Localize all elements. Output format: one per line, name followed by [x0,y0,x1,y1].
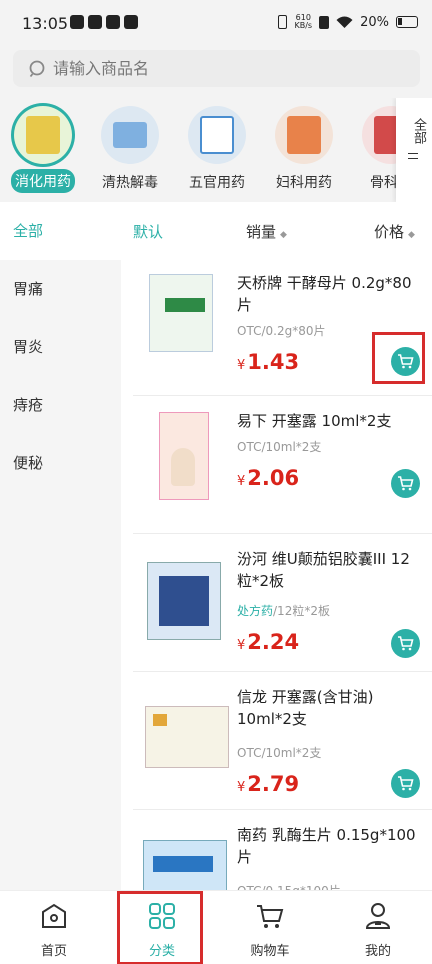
bottom-tab-bar: 首页 分类 购物车 我的 [0,890,432,964]
expand-icon [408,153,418,159]
sort-price[interactable]: 价格 ◆ [374,221,415,242]
highlight-box [117,891,203,964]
category-image [188,106,246,164]
cart-icon [257,905,284,928]
product-card[interactable]: 天桥牌 干酵母片 0.2g*80片 OTC/0.2g*80片 ¥1.43 [133,258,432,396]
sort-sales[interactable]: 销量 ◆ [246,221,287,242]
product-spec: OTC/10ml*2支 [237,746,322,760]
product-spec: 处方药/12粒*2板 [237,604,330,618]
profile-icon [365,903,391,929]
home-icon [42,903,66,928]
tab-home[interactable]: 首页 [0,891,108,959]
tab-label: 我的 [364,944,391,959]
product-price: ¥2.24 [237,630,300,654]
product-price: ¥2.79 [237,772,300,796]
product-image [141,684,229,776]
category-label: 妇科用药 [276,175,332,191]
product-name: 汾河 维U颠茄铝胶囊III 12粒*2板 [237,550,410,590]
cart-icon [398,636,414,651]
tab-cart[interactable]: 购物车 [216,891,324,959]
category-heat-clearing[interactable]: 清热解毒 [93,106,167,192]
app-icon [88,15,102,29]
search-input[interactable] [53,59,383,78]
product-name: 南药 乳酶生片 0.15g*100片 [237,826,416,866]
status-bar: 13:05 610 KB/s 20% [0,0,432,44]
net-speed: 610 KB/s [294,13,313,30]
product-image [141,546,227,640]
all-categories-button[interactable]: 全部 [396,98,432,202]
add-to-cart-button[interactable] [391,769,420,798]
product-image [141,408,227,500]
sort-bar: 默认 销量 ◆ 价格 ◆ [121,202,432,258]
product-price: ¥1.43 [237,350,300,374]
tab-profile[interactable]: 我的 [324,891,432,959]
battery-text: 20% [360,14,389,30]
product-spec: OTC/0.2g*80片 [237,324,326,338]
cart-icon [398,476,414,491]
sidebar-item-constipation[interactable]: 便秘 [0,434,121,492]
product-price: ¥2.06 [237,466,300,490]
status-right: 610 KB/s 20% [278,14,418,30]
wifi-icon [336,16,353,28]
search-bar[interactable] [13,50,420,87]
product-card[interactable]: 易下 开塞露 10ml*2支 OTC/10ml*2支 ¥2.06 [133,396,432,534]
category-carousel: 消化用药 清热解毒 五官用药 妇科用药 骨科用 全部 [0,98,432,202]
search-icon [29,60,45,77]
tiktok-icon [124,15,138,29]
app-icon [106,15,120,29]
sort-arrow-icon: ◆ [408,230,415,240]
add-to-cart-button[interactable] [391,629,420,658]
product-list: 天桥牌 干酵母片 0.2g*80片 OTC/0.2g*80片 ¥1.43 易下 … [121,258,432,914]
category-image [14,106,72,164]
category-ent[interactable]: 五官用药 [180,106,254,192]
category-image [275,106,333,164]
sim-icon [319,15,330,29]
product-name: 信龙 开塞露(含甘油) 10ml*2支 [237,688,374,728]
product-name: 易下 开塞露 10ml*2支 [237,412,392,430]
product-name: 天桥牌 干酵母片 0.2g*80片 [237,274,412,314]
tab-label: 购物车 [250,944,290,959]
app-icon [70,15,84,29]
search-area [0,44,432,98]
cart-icon [398,776,414,791]
notification-icons [70,15,138,29]
sidebar-item-hemorrhoids[interactable]: 痔疮 [0,376,121,434]
sort-arrow-icon: ◆ [280,230,287,240]
sort-default[interactable]: 默认 [133,221,163,242]
category-image [101,106,159,164]
category-label: 五官用药 [189,175,245,191]
category-label: 消化用药 [11,169,75,193]
vibrate-icon [278,15,288,29]
highlight-box [372,332,425,384]
tab-label: 首页 [40,944,67,959]
all-categories-label: 全部 [411,118,426,144]
product-card[interactable]: 信龙 开塞露(含甘油) 10ml*2支 OTC/10ml*2支 ¥2.79 [133,672,432,810]
sidebar-item-gastritis[interactable]: 胃炎 [0,318,121,376]
battery-icon [396,16,418,28]
category-label: 清热解毒 [102,175,158,191]
sidebar-item-stomach-pain[interactable]: 胃痛 [0,260,121,318]
category-digestive[interactable]: 消化用药 [6,106,80,193]
product-spec: OTC/10ml*2支 [237,440,322,454]
sidebar-item-all[interactable]: 全部 [0,202,121,260]
subcategory-sidebar: 全部 胃痛 胃炎 痔疮 便秘 [0,202,121,890]
product-card[interactable]: 汾河 维U颠茄铝胶囊III 12粒*2板 处方药/12粒*2板 ¥2.24 [133,534,432,672]
add-to-cart-button[interactable] [391,469,420,498]
sort-price-label: 价格 [374,223,405,241]
product-image [141,270,227,362]
status-time: 13:05 [22,14,69,33]
category-gynecology[interactable]: 妇科用药 [267,106,341,192]
sort-sales-label: 销量 [246,223,277,241]
